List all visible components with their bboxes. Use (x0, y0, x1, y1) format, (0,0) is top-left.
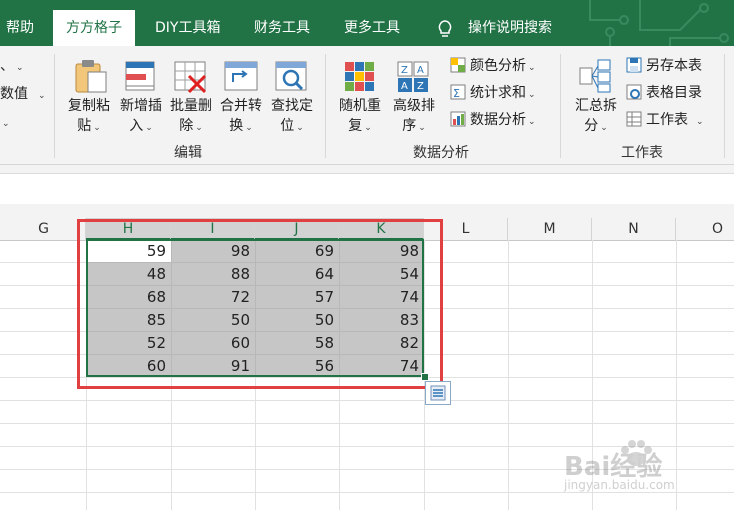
summary-split-icon (579, 59, 611, 93)
stat-sum-button[interactable]: Σ 统计求和 ⌄ (450, 83, 536, 105)
svg-text:A: A (417, 65, 424, 76)
insert-rows-icon (125, 61, 155, 91)
tab-more-tools[interactable]: 更多工具 (344, 10, 400, 46)
column-header-g[interactable]: G (0, 218, 86, 240)
group-separator (325, 54, 326, 158)
data-analysis-group-label: 数据分析 (413, 145, 469, 161)
merge-convert-button[interactable]: 合并转换 ⌄ (216, 54, 266, 138)
edit-group-label: 编辑 (174, 145, 202, 161)
data-analysis-button[interactable]: 数据分析 ⌄ (450, 110, 536, 132)
partial-button-3[interactable]: ⌄ (0, 112, 10, 134)
batch-delete-button[interactable]: 批量删除 ⌄ (166, 54, 216, 138)
svg-text:Z: Z (401, 65, 408, 76)
group-separator (54, 54, 55, 158)
svg-text:Z: Z (417, 81, 424, 92)
magnifier-sheet-icon (275, 61, 307, 91)
watermark-url: jingyan.baidu.com (564, 478, 675, 492)
column-header-n[interactable]: N (592, 218, 676, 240)
quick-analysis-icon (430, 385, 446, 401)
ribbon-tab-bar: 帮助 方方格子 DIY工具箱 财务工具 更多工具 操作说明搜索 (0, 0, 734, 46)
tab-fangfang-gezi[interactable]: 方方格子 (53, 10, 135, 46)
tab-help[interactable]: 帮助 (6, 10, 34, 46)
random-blocks-icon (345, 62, 374, 91)
delete-grid-icon (174, 61, 207, 94)
analysis-chart-icon (450, 111, 466, 127)
formula-bar[interactable] (0, 173, 734, 205)
ribbon: 、 ⌄ 数值 ⌄ ⌄ 复制粘贴 ⌄ 新增插入 ⌄ 批量删除 ⌄ 合并转 换 ⌄ … (0, 46, 734, 165)
partial-button-value[interactable]: 数值 ⌄ (0, 84, 46, 106)
lightbulb-icon[interactable] (436, 19, 454, 39)
tab-finance-tools[interactable]: 财务工具 (254, 10, 310, 46)
worksheet-icon (626, 111, 642, 127)
sum-icon: Σ (450, 84, 466, 100)
svg-text:Σ: Σ (453, 87, 460, 100)
red-highlight-box (77, 219, 443, 389)
tell-me-search[interactable]: 操作说明搜索 (468, 10, 552, 46)
svg-text:A: A (401, 81, 408, 92)
random-repeat-button[interactable]: 随机重复 ⌄ (334, 54, 386, 138)
sheet-directory-button[interactable]: 表格目录 (626, 83, 702, 103)
sort-az-icon: Z A A Z (397, 61, 429, 92)
new-insert-button[interactable]: 新增插入 ⌄ (116, 54, 166, 138)
quick-analysis-button[interactable] (425, 381, 451, 405)
advanced-sort-button[interactable]: Z A A Z 高级排序 ⌄ (388, 54, 440, 138)
ribbon-gap (0, 165, 734, 173)
save-sheet-icon (626, 57, 642, 73)
partial-button-1[interactable]: 、 ⌄ (0, 56, 24, 78)
baidu-jingyan-watermark: Bai经验 jingyan.baidu.com (564, 438, 730, 498)
save-sheet-as-button[interactable]: 另存本表 (626, 56, 702, 76)
color-grid-icon (450, 57, 466, 73)
grid-gap (0, 204, 734, 218)
merge-convert-icon (224, 61, 258, 91)
circuit-decoration (589, 0, 729, 46)
group-separator (724, 54, 725, 158)
directory-icon (626, 84, 642, 100)
worksheet-group-label: 工作表 (621, 145, 663, 161)
column-header-m[interactable]: M (508, 218, 592, 240)
worksheet-button[interactable]: 工作表 ⌄ (626, 110, 704, 132)
group-separator (560, 54, 561, 158)
find-locate-button[interactable]: 查找定位 ⌄ (267, 54, 317, 138)
column-header-o[interactable]: O (676, 218, 734, 240)
copy-paste-button[interactable]: 复制粘贴 ⌄ (64, 54, 114, 138)
tab-diy-toolbox[interactable]: DIY工具箱 (155, 10, 220, 46)
color-analysis-button[interactable]: 颜色分析 ⌄ (450, 56, 536, 78)
clipboard-icon (75, 60, 107, 93)
summary-split-button[interactable]: 汇总拆分 ⌄ (570, 54, 622, 138)
